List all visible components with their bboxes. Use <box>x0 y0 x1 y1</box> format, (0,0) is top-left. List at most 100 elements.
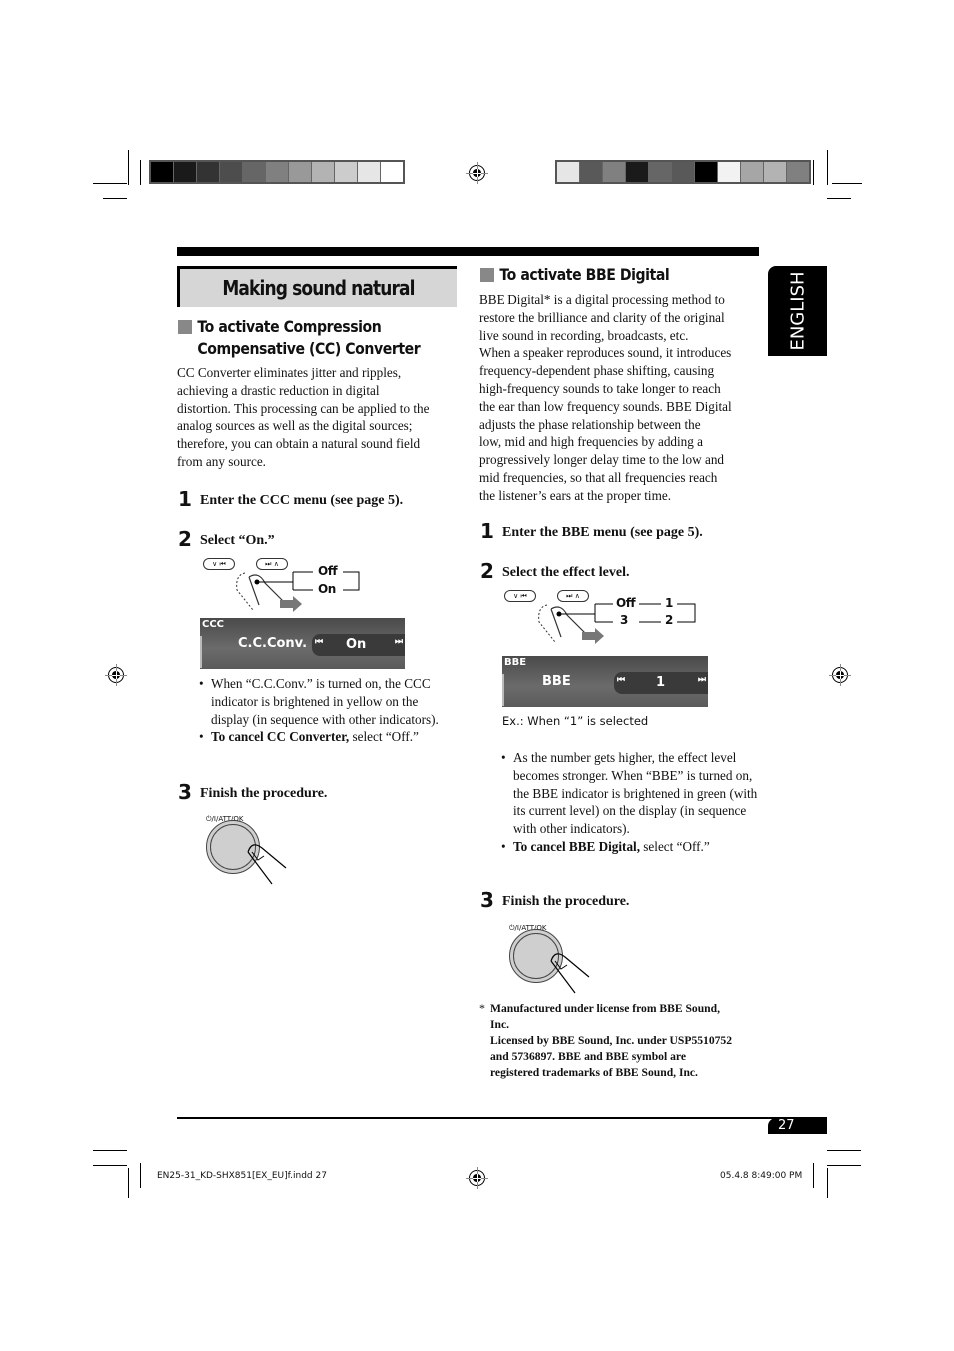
color-swatch <box>603 162 626 182</box>
bbe-footnote: Manufactured under license from BBE Soun… <box>490 1001 770 1081</box>
language-tab-label: ENGLISH <box>787 271 808 351</box>
finger-press-diagram-icon <box>236 571 360 612</box>
step-number: 2 <box>480 559 494 583</box>
crop-mark <box>128 1168 129 1198</box>
text-line: BBE Digital* is a digital processing met… <box>479 292 725 307</box>
color-swatch <box>151 162 174 182</box>
language-tab: ENGLISH <box>768 266 827 356</box>
page-number: 27 <box>768 1118 827 1134</box>
text-line: restore the brilliance and clarity of th… <box>479 309 725 325</box>
text-line: achieving a drastic reduction in digital <box>177 382 380 398</box>
bullet-bold-lead: To cancel BBE Digital, <box>513 838 640 854</box>
crop-mark <box>93 1165 127 1166</box>
step-number: 1 <box>480 519 494 543</box>
crop-mark <box>103 198 127 199</box>
color-swatch <box>197 162 220 182</box>
text-line: the listener’s ears at the proper time. <box>479 487 672 503</box>
text-line: progressively longer delay time to the l… <box>479 452 725 468</box>
finger-press-diagram-icon <box>538 603 696 644</box>
sequence-option-2: 2 <box>665 613 673 627</box>
text-line: When a speaker reproduces sound, it intr… <box>479 345 732 361</box>
display-item-name: C.C.Conv. <box>238 636 308 651</box>
color-swatch <box>312 162 335 182</box>
crop-mark <box>93 183 127 184</box>
color-swatch <box>580 162 603 182</box>
step-number: 3 <box>178 780 192 804</box>
color-swatch <box>289 162 312 182</box>
color-swatch <box>695 162 718 182</box>
color-swatch <box>672 162 695 182</box>
down-skip-label: ∨ ⏮ <box>513 592 527 600</box>
registration-mark-icon <box>105 664 127 686</box>
registration-mark-icon <box>466 162 488 184</box>
crop-mark <box>827 1150 861 1151</box>
step-label: Select “On.” <box>200 533 275 548</box>
next-icon: ⏭ <box>697 675 706 685</box>
text-line: low, mid and high frequencies by adding … <box>479 434 704 450</box>
sequence-option-3: 3 <box>620 613 628 627</box>
color-swatch <box>557 162 580 182</box>
print-slug-filename: EN25-31_KD-SHX851[EX_EU]f.indd 27 <box>157 1171 327 1181</box>
bbe-heading: To activate BBE Digital <box>499 265 670 284</box>
bullet-item: When “C.C.Conv.” is turned on, the CCC i… <box>199 675 459 728</box>
crop-mark <box>827 1165 861 1166</box>
text-line: therefore, you can obtain a natural soun… <box>177 436 421 452</box>
text-line: Inc. <box>490 1018 510 1031</box>
display-item-name: BBE <box>542 674 571 689</box>
text-line: and 5736897. BBE and BBE symbol are <box>490 1050 686 1063</box>
att-ok-knob-diagram: ⏻/I/ATT/OK <box>206 808 296 888</box>
color-swatch <box>381 162 403 182</box>
ccc-display-screen: CCC C.C.Conv. ⏮ On ⏭ <box>200 618 405 669</box>
text-line: distortion. This processing can be appli… <box>177 400 430 416</box>
finger-icon <box>550 953 590 994</box>
crop-mark <box>827 198 851 199</box>
color-swatch <box>649 162 672 182</box>
print-slug-timestamp: 05.4.8 8:49:00 PM <box>720 1171 803 1181</box>
step-label: Finish the procedure. <box>502 894 630 909</box>
color-swatch <box>718 162 741 182</box>
display-level-bar <box>200 636 202 668</box>
registration-mark-icon <box>829 664 851 686</box>
sequence-option-off: Off <box>318 564 338 578</box>
text-line: live sound in recording, broadcasts, etc… <box>479 327 689 343</box>
display-level-bar <box>502 674 504 706</box>
crop-mark <box>827 150 828 185</box>
down-skip-label: ∨ ⏮ <box>212 560 226 568</box>
bullet-item: As the number gets higher, the effect le… <box>501 749 763 838</box>
finger-icon <box>247 844 287 885</box>
text-line: analog sources as well as the digital so… <box>177 418 413 434</box>
text-line: registered trademarks of BBE Sound, Inc. <box>490 1066 698 1079</box>
cc-notes-list: When “C.C.Conv.” is turned on, the CCC i… <box>199 675 459 746</box>
step-label: Enter the CCC menu (see page 5). <box>200 493 404 508</box>
display-value: 1 <box>656 675 666 690</box>
color-swatch <box>626 162 649 182</box>
cc-section-heading: To activate Compression Compensative (CC… <box>178 316 453 360</box>
crop-mark <box>827 1168 828 1198</box>
page-title: Making sound natural <box>222 276 415 300</box>
display-caption: Ex.: When “1” is selected <box>502 714 649 728</box>
bullet-item: To cancel BBE Digital, select “Off.” <box>501 838 763 856</box>
crop-mark <box>813 1163 814 1188</box>
color-swatch <box>174 162 197 182</box>
bbe-display-screen: BBE BBE ⏮ 1 ⏭ <box>502 656 708 707</box>
step-label: Enter the BBE menu (see page 5). <box>502 525 703 540</box>
color-swatch <box>243 162 266 182</box>
text-line: CC Converter eliminates jitter and rippl… <box>177 365 402 380</box>
cc-intro-paragraph: CC Converter eliminates jitter and rippl… <box>177 364 462 471</box>
color-swatch <box>358 162 381 182</box>
prev-icon: ⏮ <box>315 637 324 647</box>
text-line: mid frequencies, so that all frequencies… <box>479 469 718 485</box>
sequence-option-off: Off <box>616 596 636 610</box>
top-rule <box>177 247 759 256</box>
grayscale-swatch-bar-left <box>149 160 405 184</box>
cc-heading-line1: To activate Compression <box>197 317 382 336</box>
footnote-marker: * <box>479 1001 485 1015</box>
text-line: the ear than low frequency sounds. BBE D… <box>479 398 732 414</box>
bullet-item: To cancel CC Converter, select “Off.” <box>199 728 459 746</box>
next-icon: ⏭ <box>394 637 403 647</box>
text-line: Licensed by BBE Sound, Inc. under USP551… <box>490 1034 733 1047</box>
step-label: Finish the procedure. <box>200 786 328 801</box>
prev-icon: ⏮ <box>617 675 626 685</box>
sequence-option-1: 1 <box>665 596 673 610</box>
color-swatch <box>335 162 358 182</box>
